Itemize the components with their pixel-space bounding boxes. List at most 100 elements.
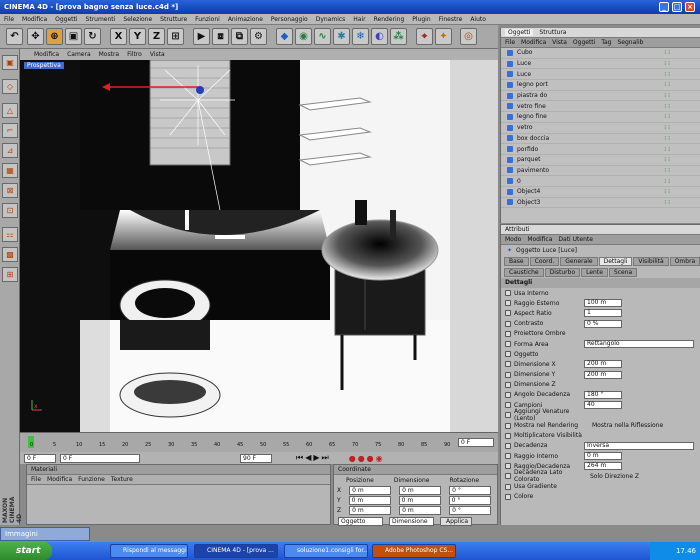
start-button[interactable]: start [0, 542, 52, 560]
object-menu-item[interactable]: File [505, 39, 515, 46]
object-row[interactable]: porfido ⁝ ⁝ [501, 144, 700, 155]
attributes-menu-item[interactable]: Modo [505, 236, 521, 243]
attribute-value[interactable]: 200 m [584, 360, 622, 369]
coord-rot-field[interactable]: 0 ° [448, 495, 491, 505]
coord-pos-field[interactable]: 0 m [349, 485, 392, 495]
attribute-tab[interactable]: Ombra [669, 257, 700, 266]
object-row[interactable]: box doccia ⁝ ⁝ [501, 134, 700, 145]
attribute-bullet-icon[interactable] [505, 310, 511, 317]
viewport-menu-item[interactable]: Filtro [127, 51, 142, 58]
attribute-tab[interactable]: Visibilità [633, 257, 669, 266]
nurbs-icon[interactable]: ◉ [295, 28, 312, 45]
menu-item-5[interactable]: Strutture [160, 16, 187, 23]
menu-item-2[interactable]: Oggetti [55, 16, 77, 23]
attribute-bullet-icon[interactable] [505, 473, 511, 480]
object-name[interactable]: Object3 [517, 199, 540, 206]
move-tool-icon[interactable]: ✥ [27, 28, 44, 45]
menu-item-4[interactable]: Selezione [123, 16, 152, 23]
light-icon[interactable]: ✦ [435, 28, 452, 45]
immagini-bar[interactable]: Immagini [0, 527, 90, 541]
viewport-menu-item[interactable]: Modifica [34, 51, 59, 58]
menu-item-11[interactable]: Rendering [374, 16, 405, 23]
object-name[interactable]: vetro fine [517, 103, 546, 110]
object-name[interactable]: Object4 [517, 188, 540, 195]
task-photoshop[interactable]: Adobe Photoshop CS... [372, 544, 456, 558]
live-select-icon[interactable]: ⊕ [46, 28, 63, 45]
attribute-value[interactable]: 1 [584, 309, 622, 318]
object-row[interactable]: vetro fine ⁝ ⁝ [501, 101, 700, 113]
record-keys-icon[interactable]: ●●●◉ [349, 454, 385, 463]
object-name[interactable]: pavimento [517, 167, 549, 174]
solo-direzione-label[interactable]: Solo Direzione Z [590, 473, 639, 480]
attributes-menu-item[interactable]: Dati Utente [558, 236, 593, 243]
render-settings-icon[interactable]: ⚙ [250, 28, 267, 45]
attribute-bullet-icon[interactable] [505, 453, 511, 460]
object-name[interactable]: legno fine [517, 113, 547, 120]
texture-mode-icon[interactable]: △ [2, 103, 18, 118]
particles-icon[interactable]: ⁂ [390, 28, 407, 45]
object-name[interactable]: Cubo [517, 49, 532, 56]
start-frame-field[interactable]: 0 F [24, 453, 56, 463]
visibility-dots-icon[interactable]: ⁝ ⁝ [664, 81, 670, 88]
menu-item-1[interactable]: Modifica [22, 16, 47, 23]
visibility-dots-icon[interactable]: ⁝ ⁝ [664, 188, 670, 195]
visibility-dots-icon[interactable]: ⁝ ⁝ [664, 178, 670, 185]
attribute-value[interactable]: Rettangolo [584, 340, 694, 349]
attribute-value[interactable]: 200 m [584, 370, 622, 379]
solo-icon[interactable]: ⊞ [2, 267, 18, 282]
deformer-icon[interactable]: ❄ [352, 28, 369, 45]
menu-item-13[interactable]: Finestre [439, 16, 463, 23]
object-name[interactable]: Luce [517, 60, 531, 67]
attribute-bullet-icon[interactable] [505, 493, 511, 500]
object-row[interactable]: parquet ⁝ ⁝ [501, 155, 700, 166]
camera-icon[interactable]: ⌖ [416, 28, 433, 45]
current-frame-field[interactable]: 0 F [60, 453, 140, 463]
attribute-tab[interactable]: Disturbo [544, 268, 581, 277]
object-mode-icon[interactable]: ◇ [2, 79, 18, 94]
undo-icon[interactable]: ↶ [6, 28, 23, 45]
materials-menu-item[interactable]: Funzione [78, 476, 105, 483]
mostra-riflessione-label[interactable]: Mostra nella Riflessione [592, 422, 663, 429]
visibility-dots-icon[interactable]: ⁝ ⁝ [664, 103, 670, 110]
attribute-bullet-icon[interactable] [505, 442, 511, 449]
object-name[interactable]: porfido [517, 146, 538, 153]
attribute-value[interactable]: 0 m [584, 452, 622, 461]
menu-item-10[interactable]: Hair [353, 16, 365, 23]
visibility-dots-icon[interactable]: ⁝ ⁝ [664, 60, 670, 67]
object-name[interactable]: legno port [517, 81, 548, 88]
visibility-dots-icon[interactable]: ⁝ ⁝ [664, 71, 670, 78]
visibility-dots-icon[interactable]: ⁝ ⁝ [664, 113, 670, 120]
attribute-tab[interactable]: Caustiche [504, 268, 544, 277]
attribute-bullet-icon[interactable] [505, 351, 511, 358]
attribute-value[interactable]: 264 m [584, 462, 622, 471]
timeline[interactable]: 0 5 10 15 20 25 30 35 40 45 50 55 60 65 70 75 80 85 90 0 F [20, 432, 498, 452]
attribute-bullet-icon[interactable] [505, 381, 511, 388]
task-rispondi[interactable]: Rispondi al messaggio... [110, 544, 188, 558]
attribute-bullet-icon[interactable] [505, 330, 511, 337]
attribute-value[interactable]: 0 % [584, 319, 622, 328]
visibility-dots-icon[interactable]: ⁝ ⁝ [664, 156, 670, 163]
coord-dim-field[interactable]: 0 m [399, 485, 442, 495]
attribute-tab[interactable]: Base [504, 257, 529, 266]
visibility-dots-icon[interactable]: ⁝ ⁝ [664, 49, 670, 56]
point-mode-icon[interactable]: ⌐ [2, 123, 18, 138]
coord-rot-field[interactable]: 0 ° [449, 485, 492, 495]
visibility-dots-icon[interactable]: ⁝ ⁝ [664, 135, 670, 142]
object-menu-item[interactable]: Vista [552, 39, 567, 46]
timeline-end-field[interactable]: 0 F [458, 438, 494, 447]
object-row[interactable]: Luce ⁝ ⁝ [501, 59, 700, 70]
edge-mode-icon[interactable]: ⊿ [2, 143, 18, 158]
object-name[interactable]: box doccia [517, 135, 549, 142]
viewport-menu-item[interactable]: Mostra [99, 51, 119, 58]
close-button[interactable]: × [685, 2, 695, 12]
maximize-button[interactable]: □ [672, 2, 682, 12]
menu-item-7[interactable]: Animazione [228, 16, 263, 23]
attribute-bullet-icon[interactable] [505, 483, 511, 490]
apply-button[interactable]: Applica [440, 517, 472, 526]
object-menu-item[interactable]: Oggetti [573, 39, 595, 46]
array-icon[interactable]: ✱ [333, 28, 350, 45]
attribute-bullet-icon[interactable] [505, 412, 511, 419]
coord-mode-select[interactable]: Oggetto [338, 517, 383, 526]
coord-dim-field[interactable]: 0 m [399, 505, 442, 515]
menu-item-3[interactable]: Strumenti [86, 16, 116, 23]
